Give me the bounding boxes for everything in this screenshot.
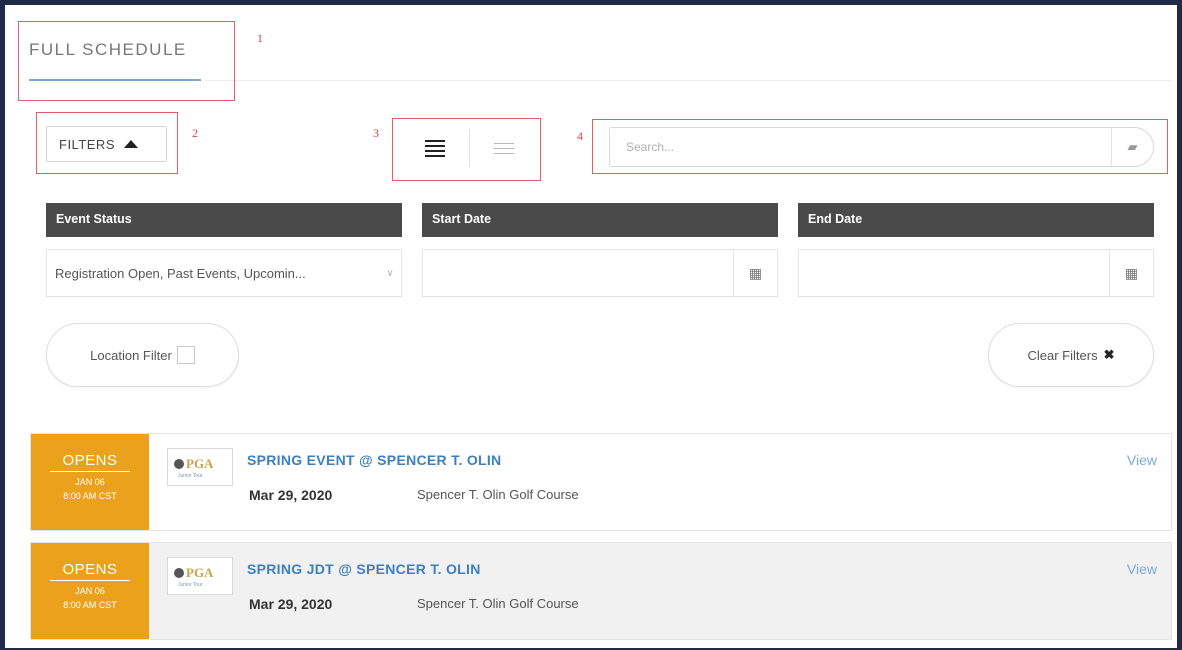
- header-divider: [205, 80, 1171, 81]
- location-filter-label: Location Filter: [90, 347, 172, 363]
- event-status-header: Event Status: [46, 203, 402, 237]
- event-row[interactable]: OPENS JAN 06 8:00 AM CST PGA Junior Tour …: [30, 433, 1172, 531]
- calendar-icon[interactable]: ▦: [733, 250, 777, 296]
- search-bar: ▰: [609, 127, 1154, 167]
- chevron-down-icon: ∨: [386, 267, 394, 279]
- compact-list-view-button[interactable]: [470, 126, 538, 170]
- registration-opens-badge: OPENS JAN 06 8:00 AM CST: [31, 543, 149, 639]
- location-filter-button[interactable]: Location Filter: [46, 323, 239, 387]
- event-status-value: Registration Open, Past Events, Upcomin.…: [55, 265, 306, 281]
- pga-logo: PGA Junior Tour: [167, 557, 233, 595]
- annotation-label-4: 4: [577, 129, 583, 143]
- annotation-label-3: 3: [373, 126, 379, 140]
- expanded-list-view-button[interactable]: [401, 126, 469, 170]
- eraser-icon[interactable]: ▰: [1111, 128, 1153, 166]
- calendar-icon[interactable]: ▦: [1109, 250, 1153, 296]
- event-title-link[interactable]: SPRING JDT @ SPENCER T. OLIN: [247, 561, 481, 577]
- opens-label: OPENS: [62, 452, 118, 469]
- location-filter-checkbox[interactable]: [176, 346, 195, 364]
- opens-divider: [50, 471, 130, 472]
- list-icon: [425, 139, 445, 157]
- annotation-label-1: 1: [257, 31, 263, 45]
- compact-list-icon: [494, 142, 514, 154]
- annotation-box-1: [18, 21, 235, 101]
- annotation-label-2: 2: [192, 126, 198, 140]
- end-date-header: End Date: [798, 203, 1154, 237]
- start-date-field[interactable]: ▦: [422, 249, 778, 297]
- view-link[interactable]: View: [1127, 561, 1157, 577]
- registration-opens-badge: OPENS JAN 06 8:00 AM CST: [31, 434, 149, 530]
- event-date: Mar 29, 2020: [249, 596, 333, 612]
- start-date-header: Start Date: [422, 203, 778, 237]
- close-icon: ✖: [1103, 347, 1115, 362]
- view-toggle: [401, 126, 538, 170]
- opens-time: 8:00 AM CST: [63, 600, 117, 610]
- opens-divider: [50, 580, 130, 581]
- caret-up-icon: [124, 140, 138, 148]
- event-title-link[interactable]: SPRING EVENT @ SPENCER T. OLIN: [247, 452, 501, 468]
- clear-filters-button[interactable]: Clear Filters ✖: [988, 323, 1154, 387]
- opens-label: OPENS: [62, 561, 118, 578]
- event-date: Mar 29, 2020: [249, 487, 333, 503]
- clear-filters-label: Clear Filters: [1027, 347, 1098, 363]
- filters-label: FILTERS: [59, 136, 115, 152]
- event-location: Spencer T. Olin Golf Course: [417, 487, 579, 502]
- pga-logo: PGA Junior Tour: [167, 448, 233, 486]
- event-location: Spencer T. Olin Golf Course: [417, 596, 579, 611]
- event-row[interactable]: OPENS JAN 06 8:00 AM CST PGA Junior Tour …: [30, 542, 1172, 640]
- search-input[interactable]: [610, 128, 1111, 166]
- opens-date: JAN 06: [75, 586, 105, 596]
- opens-date: JAN 06: [75, 477, 105, 487]
- end-date-field[interactable]: ▦: [798, 249, 1154, 297]
- event-status-select[interactable]: Registration Open, Past Events, Upcomin.…: [46, 249, 402, 297]
- opens-time: 8:00 AM CST: [63, 491, 117, 501]
- view-link[interactable]: View: [1127, 452, 1157, 468]
- page-frame: FULL SCHEDULE 1 2 3 4 FILTERS ▰ Event St…: [5, 5, 1177, 648]
- filters-toggle-button[interactable]: FILTERS: [46, 126, 167, 162]
